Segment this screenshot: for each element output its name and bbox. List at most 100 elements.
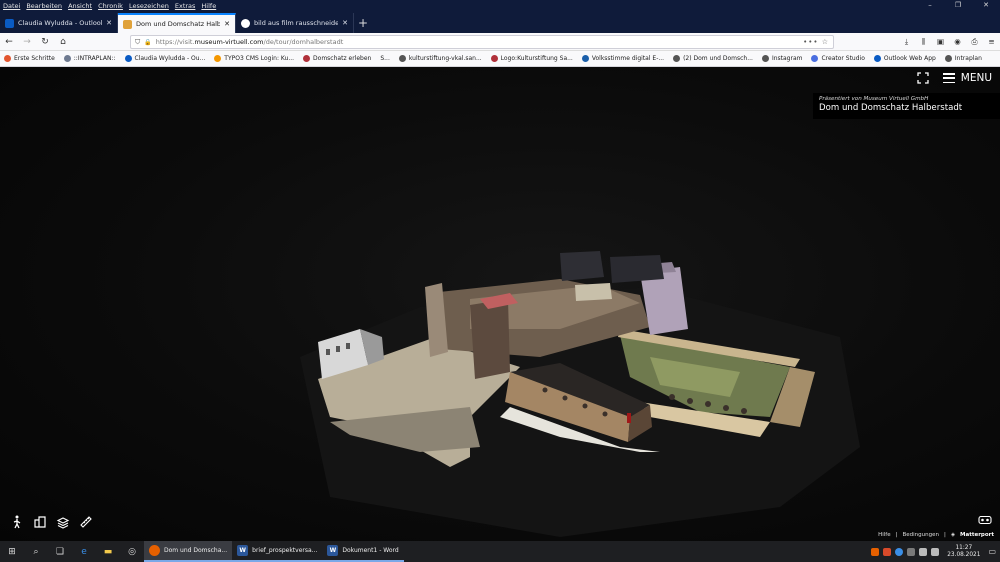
bookmark-item[interactable]: S... [380,55,390,62]
presented-by-text: Präsentiert von Museum Virtuell GmbH [819,96,929,102]
sidebar-icon[interactable]: ▣ [932,33,949,51]
bookmark-item[interactable]: Claudia Wyludda - Ou... [124,55,205,62]
bookmark-item[interactable]: Domschatz erleben [303,55,371,62]
tray-app-icon[interactable] [871,547,880,556]
bookmark-item[interactable]: Volksstimme digital E-... [581,55,664,62]
tour-title: Dom und Domschatz Halberstadt [819,103,963,113]
menu-extras[interactable]: Extras [172,2,199,10]
taskbar-task-word-brief[interactable]: W brief_prospektversa... [232,541,323,562]
bookmark-item[interactable]: (2) Dom und Domsch... [673,55,753,62]
menu-bar: Datei Bearbeiten Ansicht Chronik Lesezei… [0,0,1000,11]
tab-dom-domschatz[interactable]: Dom und Domschatz Halberstadt ✕ [118,13,236,33]
bookmark-icon [214,55,222,62]
tab-outlook[interactable]: Claudia Wyludda - Outlook We ✕ [0,13,118,33]
tray-app-icon[interactable] [907,547,916,556]
volume-icon[interactable] [931,547,940,556]
notification-icon[interactable]: ▭ [988,547,996,556]
taskbar-task-word-dokument[interactable]: W Dokument1 - Word [322,541,404,562]
tab-label: bild aus film rausschneiden - G [254,19,338,27]
close-tab-icon[interactable]: ✕ [342,19,348,27]
menu-label: MENU [960,72,992,84]
bookmark-item[interactable]: TYPO3 CMS Login: Ku... [214,55,294,62]
search-icon[interactable]: ⌕ [24,541,48,562]
file-explorer-icon[interactable]: ▬ [96,541,120,562]
close-tab-icon[interactable]: ✕ [106,19,112,27]
bookmark-item[interactable]: Instagram [761,55,802,62]
download-icon[interactable]: ⤓ [898,33,915,51]
bookmark-item[interactable]: Intraplan [944,55,982,62]
library-icon[interactable]: ⫼ [915,33,932,51]
window [326,349,330,355]
hamburger-menu-icon[interactable]: ≡ [983,33,1000,51]
fullscreen-icon[interactable] [917,72,929,84]
terms-link[interactable]: Bedingungen [902,532,939,538]
help-link[interactable]: Hilfe [878,532,891,538]
bookmark-icon [581,55,589,62]
page-actions[interactable]: ••• ☆ [803,38,829,46]
home-icon[interactable]: ⌂ [54,33,72,51]
menu-hilfe[interactable]: Hilfe [198,2,219,10]
clock-time: 11:27 [955,544,973,551]
dollhouse-icon[interactable] [33,515,47,529]
bookmark-item[interactable]: Outlook Web App [873,55,936,62]
tray-app-icon[interactable] [883,547,892,556]
toolbar-right: ⤓ ⫼ ▣ ◉ ⎙ ≡ [898,33,1000,51]
globe-icon [761,55,769,62]
separator: | [895,532,898,538]
tab-google-search[interactable]: bild aus film rausschneiden - G ✕ [236,13,354,33]
forward-arrow-icon[interactable]: → [18,33,36,51]
minimize-button[interactable]: – [916,0,944,11]
walk-person-icon[interactable] [10,515,24,529]
shield-icon[interactable]: ⛉ [135,38,140,47]
windows-start-icon[interactable]: ⊞ [0,541,24,562]
bookmark-item[interactable]: ::INTRAPLAN:: [63,55,116,62]
restore-button[interactable]: ❐ [944,0,972,11]
system-tray: 11:27 23.08.2021 ▭ [871,541,1000,562]
menu-datei[interactable]: Datei [0,2,23,10]
separator: | [943,532,946,538]
address-bar[interactable]: ⛉ 🔒 https://visit.museum-virtuell.com/de… [130,35,834,49]
matterport-brand[interactable]: Matterport [960,532,994,538]
outlook-icon [873,55,881,62]
measure-ruler-icon[interactable] [79,515,93,529]
matterport-viewer[interactable]: MENU Präsentiert von Museum Virtuell Gmb… [0,67,1000,541]
menu-lesezeichen[interactable]: Lesezeichen [126,2,172,10]
menu-bearbeiten[interactable]: Bearbeiten [23,2,65,10]
network-icon[interactable] [919,547,928,556]
tab-strip: Claudia Wyludda - Outlook We ✕ Dom und D… [0,11,1000,33]
bookmark-icon [63,55,71,62]
dollhouse-model[interactable] [0,67,1000,541]
tray-app-icon[interactable] [895,547,904,556]
menu-chronik[interactable]: Chronik [95,2,126,10]
extension-icon[interactable]: ◉ [949,33,966,51]
bookmark-item[interactable]: kulturstiftung-vkal.san... [398,55,482,62]
window-controls: – ❐ ✕ [916,0,1000,11]
task-view-icon[interactable]: ❏ [48,541,72,562]
vr-headset-icon[interactable] [978,515,992,525]
close-tab-icon[interactable]: ✕ [224,20,230,28]
museum-favicon-icon [123,19,132,29]
menu-ansicht[interactable]: Ansicht [65,2,95,10]
url-text[interactable]: https://visit.museum-virtuell.com/de/tou… [156,38,799,46]
globe-icon [944,55,952,62]
close-window-button[interactable]: ✕ [972,0,1000,11]
floors-icon[interactable] [56,515,70,529]
print-icon[interactable]: ⎙ [966,33,983,51]
firefox-icon [149,545,160,556]
system-clock[interactable]: 11:27 23.08.2021 [947,545,980,559]
hamburger-icon [942,73,955,83]
word-icon: W [237,545,249,556]
bookmark-icon [490,55,498,62]
tour-info-card: Präsentiert von Museum Virtuell GmbH Dom… [813,93,1000,119]
edge-icon[interactable]: e [72,541,96,562]
bookmark-item[interactable]: Erste Schritte [4,55,55,62]
app-icon[interactable]: ◎ [120,541,144,562]
reload-icon[interactable]: ↻ [36,33,54,51]
back-arrow-icon[interactable]: ← [0,33,18,51]
menu-button[interactable]: MENU [942,72,992,84]
new-tab-button[interactable]: + [354,13,372,33]
bookmark-item[interactable]: Logo:Kulturstiftung Sa... [490,55,573,62]
lock-icon[interactable]: 🔒 [144,39,151,46]
taskbar-task-firefox[interactable]: Dom und Domscha... [144,541,233,562]
bookmark-item[interactable]: Creator Studio [811,55,865,62]
